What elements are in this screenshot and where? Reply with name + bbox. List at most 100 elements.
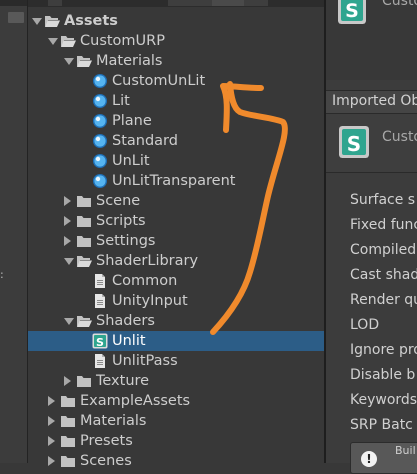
folder-icon [76, 213, 92, 229]
tree-row[interactable]: Materials [28, 51, 324, 71]
tree-row[interactable]: Settings [28, 231, 324, 251]
build-button-label: Buil [395, 444, 416, 457]
tree-row-label: Standard [112, 133, 178, 149]
tree-row-label: Materials [96, 53, 163, 69]
imported-object-header[interactable]: Imported Ob [326, 90, 417, 114]
expand-arrow-right-icon[interactable] [48, 436, 55, 446]
tree-row[interactable]: Scene [28, 191, 324, 211]
inspector-asset-title: Custo [382, 129, 417, 145]
left-panel-header [0, 0, 27, 6]
tree-row[interactable]: UnlitPass [28, 351, 324, 371]
tree-row-label: Assets [64, 13, 118, 29]
shader-property-label: Disable b [350, 367, 416, 383]
material-icon [92, 133, 108, 149]
expand-arrow-down-icon[interactable] [64, 318, 74, 325]
tree-row-label: UnityInput [112, 293, 188, 309]
inspector-top-title: Custo [382, 0, 417, 9]
expand-arrow-right-icon[interactable] [64, 376, 71, 386]
expand-arrow-down-icon[interactable] [48, 38, 58, 45]
svg-text:S: S [96, 336, 104, 349]
tree-row-label: Scripts [96, 213, 146, 229]
tree-row[interactable]: CustomURP [28, 31, 324, 51]
material-icon [92, 93, 108, 109]
shader-property-label: Keywords [350, 392, 417, 408]
tree-row[interactable]: Shaders [28, 311, 324, 331]
tree-row[interactable]: Presets [28, 431, 324, 451]
warning-icon: ! [361, 451, 377, 467]
tree-row[interactable]: Scripts [28, 211, 324, 231]
folder-open-icon [60, 33, 76, 49]
expand-arrow-down-icon[interactable] [64, 258, 74, 265]
tree-row[interactable]: Standard [28, 131, 324, 151]
left-panel-edge-glyph: : [0, 268, 4, 281]
tree-row-label: UnlitPass [112, 353, 178, 369]
expand-arrow-right-icon[interactable] [48, 416, 55, 426]
folder-icon [76, 193, 92, 209]
shader-property-label: SRP Batc [350, 417, 413, 433]
tree-row[interactable]: UnLit [28, 151, 324, 171]
tree-row[interactable]: UnityInput [28, 291, 324, 311]
folder-open-icon [76, 53, 92, 69]
shader-property-label: Render qu [350, 292, 417, 308]
material-icon [92, 73, 108, 89]
tree-row-label: Texture [96, 373, 150, 389]
tree-row-label: Settings [96, 233, 156, 249]
folder-open-icon [44, 13, 60, 29]
inspector-top-header: S Custo [326, 0, 417, 80]
tree-row[interactable]: Materials [28, 411, 324, 431]
build-button[interactable]: ! Buil [350, 442, 417, 474]
expand-arrow-right-icon[interactable] [64, 236, 71, 246]
expand-arrow-right-icon[interactable] [64, 216, 71, 226]
tree-row-label: Shaders [96, 313, 155, 329]
tree-row-label: Scenes [80, 453, 132, 469]
inspector-asset-header: S Custo [326, 114, 417, 173]
tree-row[interactable]: Assets [28, 11, 324, 31]
toolbar-tab[interactable] [48, 0, 62, 6]
tree-row[interactable]: Plane [28, 111, 324, 131]
tree-row[interactable]: ExampleAssets [28, 391, 324, 411]
tree-row[interactable]: S Unlit [28, 331, 324, 351]
expand-arrow-right-icon[interactable] [64, 196, 71, 206]
tree-row[interactable]: Lit [28, 91, 324, 111]
svg-text:S: S [347, 132, 361, 156]
shader-asset-icon: S [339, 126, 369, 158]
tree-row-label: CustomUnLit [112, 73, 206, 89]
folder-icon [76, 233, 92, 249]
tree-row-label: Unlit [112, 333, 146, 349]
shader-property-label: Fixed func [350, 217, 417, 233]
tree-row[interactable]: Texture [28, 371, 324, 391]
tree-row[interactable]: Common [28, 271, 324, 291]
folder-open-icon [76, 253, 92, 269]
document-icon [92, 353, 108, 369]
tree-row-label: Presets [80, 433, 133, 449]
material-icon [92, 153, 108, 169]
shader-property-label: Ignore pro [350, 342, 417, 358]
shader-property-label: Cast shad [350, 267, 417, 283]
tree-row-label: UnLitTransparent [112, 173, 236, 189]
expand-arrow-right-icon[interactable] [48, 396, 55, 406]
shader-property-label: Surface s [350, 192, 416, 208]
tree-row-label: Common [112, 273, 178, 289]
left-panel-tab[interactable] [8, 12, 24, 23]
expand-arrow-right-icon[interactable] [48, 456, 55, 466]
expand-arrow-down-icon[interactable] [64, 58, 74, 65]
imported-object-label: Imported Ob [332, 93, 417, 109]
tree-row-label: ShaderLibrary [96, 253, 199, 269]
document-icon [92, 273, 108, 289]
project-panel-toolbar [28, 0, 324, 7]
shader-asset-icon: S [338, 0, 366, 24]
tree-row-label: Lit [112, 93, 130, 109]
shader-property-label: LOD [350, 317, 380, 333]
folder-icon [76, 373, 92, 389]
toolbar-tab[interactable] [212, 0, 244, 6]
shader-icon: S [92, 333, 108, 349]
project-hierarchy-panel: Assets CustomURP Materials CustomUnLit Lit Pl… [28, 0, 324, 469]
folder-icon [60, 393, 76, 409]
tree-row[interactable]: CustomUnLit [28, 71, 324, 91]
expand-arrow-down-icon[interactable] [32, 18, 42, 25]
folder-icon [60, 453, 76, 469]
tree-row-label: Plane [112, 113, 152, 129]
tree-row[interactable]: Scenes [28, 451, 324, 471]
tree-row[interactable]: UnLitTransparent [28, 171, 324, 191]
tree-row[interactable]: ShaderLibrary [28, 251, 324, 271]
